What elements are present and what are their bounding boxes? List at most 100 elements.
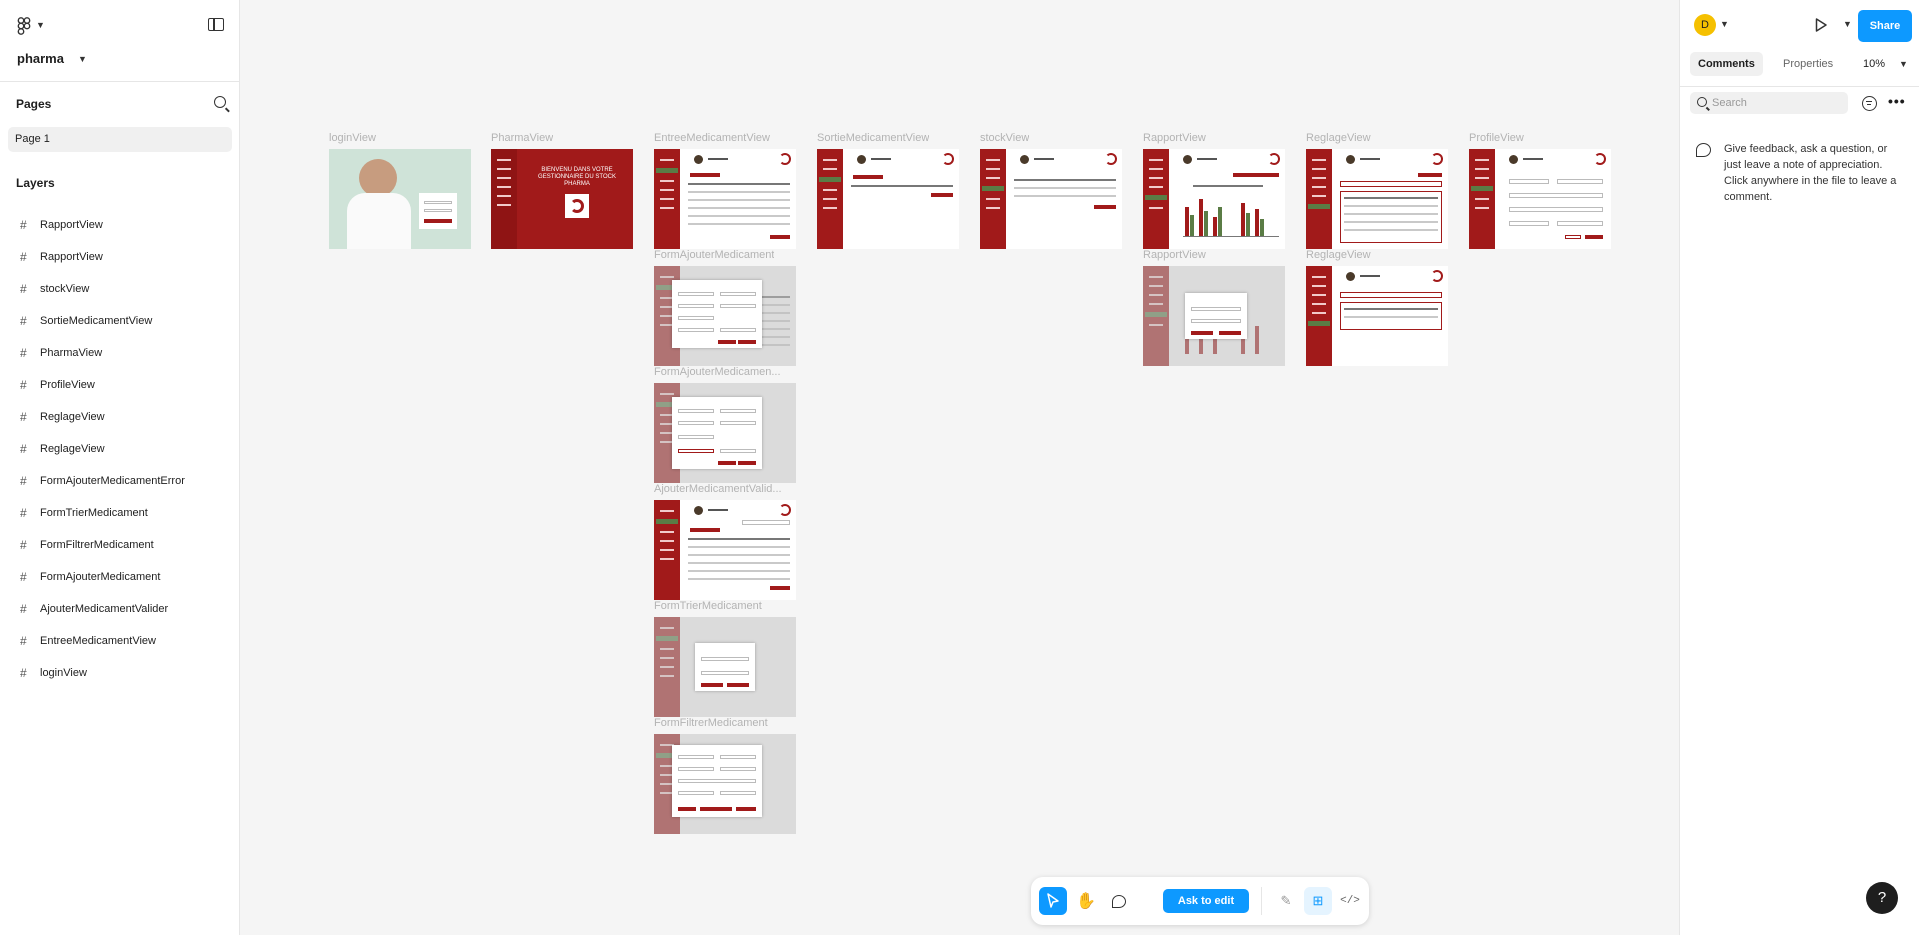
layers-heading: Layers [16,176,55,190]
frame-hash-icon: # [20,442,27,456]
chevron-down-icon[interactable]: ▼ [78,54,87,64]
move-tool-button[interactable] [1039,887,1067,915]
layer-item[interactable]: # ReglageView [0,401,240,433]
figma-logo-icon[interactable] [17,17,31,35]
layer-item[interactable]: # AjouterMedicamentValider [0,593,240,625]
comment-search[interactable] [1690,92,1848,114]
frame-hash-icon: # [20,250,27,264]
frame-reglage-view-2[interactable] [1306,266,1448,366]
toolbar-divider [1261,887,1262,915]
frame-hash-icon: # [20,410,27,424]
layer-item[interactable]: # FormAjouterMedicamentError [0,465,240,497]
frame-sidebar [491,149,517,249]
comment-tool-button[interactable] [1105,887,1133,915]
frame-label[interactable]: FormTrierMedicament [654,600,762,612]
avatar[interactable]: D [1694,14,1716,36]
frame-label[interactable]: FormFiltrerMedicament [654,717,768,729]
layer-label: FormAjouterMedicament [40,571,161,583]
tab-properties[interactable]: Properties [1775,52,1841,76]
layer-label: RapportView [40,219,103,231]
tab-comments[interactable]: Comments [1690,52,1763,76]
layout-toggle-icon[interactable] [208,18,224,31]
design-mode-icon[interactable]: ⊞ [1304,887,1332,915]
frame-profile-view[interactable] [1469,149,1611,249]
layer-item[interactable]: # ReglageView [0,433,240,465]
move-tool-icon [1047,893,1059,908]
comment-icon [1112,894,1126,908]
frame-sidebar [1143,266,1169,366]
frame-login-view[interactable] [329,149,471,249]
more-icon[interactable]: ••• [1888,93,1906,109]
layer-item[interactable]: # FormTrierMedicament [0,497,240,529]
frame-stock-view[interactable] [980,149,1122,249]
share-button[interactable]: Share [1858,10,1912,42]
frame-label[interactable]: RapportView [1143,249,1206,261]
frame-label[interactable]: ProfileView [1469,132,1524,144]
search-input[interactable] [1712,95,1842,111]
layer-item[interactable]: # ProfileView [0,369,240,401]
layer-item[interactable]: # stockView [0,273,240,305]
left-sidebar: ▼ pharma ▼ Pages Page 1 Layers # RapportV… [0,0,240,935]
layer-item[interactable]: # RapportView [0,241,240,273]
login-photo-coat [347,193,411,249]
layer-item[interactable]: # SortieMedicamentView [0,305,240,337]
hand-tool-icon[interactable]: ✋ [1072,887,1100,915]
frame-label[interactable]: loginView [329,132,376,144]
file-header: ▼ pharma ▼ [0,0,239,82]
frame-label[interactable]: PharmaView [491,132,553,144]
draw-icon[interactable]: ✎ [1272,887,1300,915]
frame-rapport-view[interactable] [1143,149,1285,249]
chevron-down-icon[interactable]: ▼ [1843,19,1852,29]
ask-to-edit-button[interactable]: Ask to edit [1163,889,1249,913]
frame-hash-icon: # [20,378,27,392]
layer-item[interactable]: # FormAjouterMedicament [0,561,240,593]
search-icon[interactable] [214,96,226,108]
frame-label[interactable]: EntreeMedicamentView [654,132,770,144]
layer-label: stockView [40,283,90,295]
frame-label[interactable]: SortieMedicamentView [817,132,929,144]
frame-sidebar [980,149,1006,249]
frame-label[interactable]: ReglageView [1306,249,1371,261]
frame-sidebar [1306,266,1332,366]
frame-hash-icon: # [20,602,27,616]
frame-hash-icon: # [20,346,27,360]
frame-hash-icon: # [20,282,27,296]
frame-label[interactable]: AjouterMedicamentValid... [654,483,796,495]
frame-hash-icon: # [20,218,27,232]
chevron-down-icon[interactable]: ▼ [36,20,45,30]
frame-hash-icon: # [20,314,27,328]
frame-entree-view[interactable] [654,149,796,249]
help-icon[interactable]: ? [1866,882,1898,914]
frame-reglage-view[interactable] [1306,149,1448,249]
design-canvas[interactable]: loginView PharmaView EntreeMedicamentVie… [241,0,1679,935]
layer-item[interactable]: # RapportView [0,209,240,241]
comment-hint-text: Give feedback, ask a question, or just l… [1724,143,1897,203]
frame-pharma-view[interactable]: BIENVENU DANS VOTRE GESTIONNAIRE DU STOC… [491,149,633,249]
frame-ajouter-valider[interactable] [654,500,796,600]
layer-label: ProfileView [40,379,95,391]
chevron-down-icon[interactable]: ▼ [1720,19,1729,29]
frame-label[interactable]: stockView [980,132,1029,144]
layer-label: FormAjouterMedicamentError [40,475,185,487]
frame-label[interactable]: FormAjouterMedicamen... [654,366,796,378]
frame-label[interactable]: RapportView [1143,132,1206,144]
play-icon[interactable] [1815,18,1827,32]
layer-label: SortieMedicamentView [40,315,153,327]
layer-item[interactable]: # FormFiltrerMedicament [0,529,240,561]
pharma-welcome-title: BIENVENU DANS VOTRE GESTIONNAIRE DU STOC… [538,167,616,188]
zoom-level[interactable]: 10% [1863,52,1885,76]
frame-sidebar [1469,149,1495,249]
filter-icon[interactable] [1862,96,1877,111]
file-name[interactable]: pharma [17,51,64,66]
dev-mode-icon[interactable]: </> [1336,887,1364,915]
chevron-down-icon[interactable]: ▼ [1899,59,1908,69]
page-item-page-1[interactable]: Page 1 [8,127,232,152]
layer-item[interactable]: # PharmaView [0,337,240,369]
frame-hash-icon: # [20,570,27,584]
frame-label[interactable]: ReglageView [1306,132,1371,144]
frame-sortie-view[interactable] [817,149,959,249]
frame-label[interactable]: FormAjouterMedicament [654,249,774,261]
layer-item[interactable]: # EntreeMedicamentView [0,625,240,657]
layers-list: # RapportView # RapportView # stockView # Sorti… [0,209,240,689]
layer-item[interactable]: # loginView [0,657,240,689]
